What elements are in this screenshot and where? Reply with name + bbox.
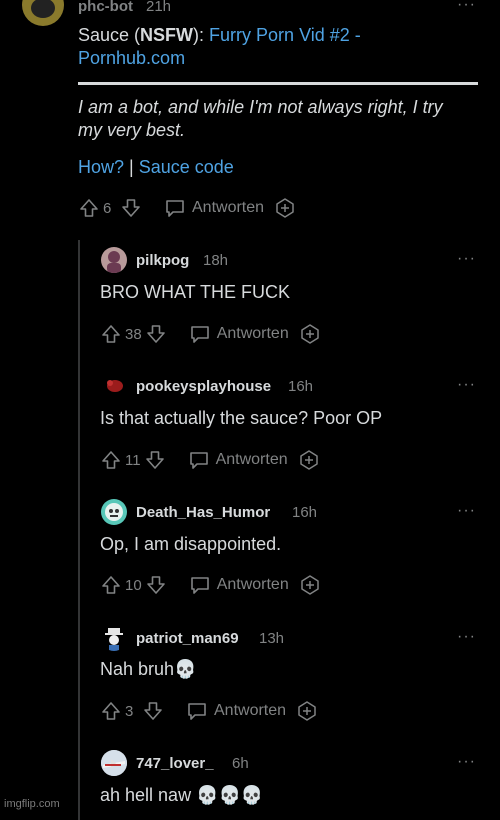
more-dots-icon[interactable]: ··· [457, 0, 477, 13]
bot-links: How? | Sauce code [78, 157, 234, 177]
comment-timestamp: 21h [146, 0, 172, 15]
vote-score: 6 [103, 199, 112, 217]
reply-button[interactable]: Antworten [189, 575, 289, 595]
nsfw-label: NSFW [140, 25, 194, 45]
comment-actions: 11 Antworten [100, 449, 320, 471]
speech-bubble-icon [190, 326, 209, 343]
arrow-down-icon[interactable] [144, 449, 166, 471]
arrow-up-icon[interactable] [100, 700, 122, 722]
speech-bubble-icon [166, 200, 184, 217]
thread-line[interactable] [78, 240, 80, 820]
arrow-down-icon[interactable] [142, 700, 164, 722]
comment-timestamp: 6h [232, 755, 249, 772]
sauce-text: Sauce (NSFW): Furry Porn Vid #2 - [78, 25, 361, 45]
comment-author[interactable]: 747_lover_ [136, 755, 214, 772]
comment-body: BRO WHAT THE FUCK [100, 282, 291, 302]
award-icon[interactable] [296, 700, 318, 722]
comment-author[interactable]: patriot_man69 [136, 630, 239, 647]
award-icon[interactable] [299, 323, 321, 345]
more-dots-icon[interactable]: ··· [457, 377, 477, 393]
award-icon[interactable] [274, 197, 296, 219]
vote-score: 11 [125, 451, 141, 469]
speech-bubble-icon [190, 577, 209, 594]
more-dots-icon[interactable]: ··· [457, 503, 477, 519]
comment-timestamp: 16h [292, 504, 318, 521]
reply-button[interactable]: Antworten [186, 701, 286, 721]
comment-actions: 38 Antworten [100, 323, 321, 345]
avatar[interactable] [101, 625, 127, 651]
bot-disclaimer-line1: I am a bot, and while I'm not always rig… [78, 97, 443, 117]
comment-author[interactable]: pilkpog [136, 252, 189, 269]
reply-label: Antworten [214, 702, 287, 719]
reply-label: Antworten [216, 325, 289, 342]
more-dots-icon[interactable]: ··· [457, 754, 477, 770]
more-dots-icon[interactable]: ··· [457, 629, 477, 645]
comment-author[interactable]: Death_Has_Humor [136, 504, 270, 521]
award-icon[interactable] [298, 449, 320, 471]
comment-body: Op, I am disappointed. [100, 534, 282, 554]
speech-bubble-icon [188, 703, 206, 720]
sauce-link[interactable]: Furry Porn Vid #2 - [209, 25, 361, 45]
sauce-code-link[interactable]: Sauce code [139, 157, 234, 177]
avatar[interactable] [101, 750, 127, 776]
comment-actions: 10 Antworten [100, 574, 321, 596]
arrow-down-icon[interactable] [120, 197, 142, 219]
comment-actions: 3 Antworten [100, 700, 318, 722]
watermark: imgflip.com [4, 798, 60, 810]
reply-button[interactable]: Antworten [189, 324, 289, 344]
vote-score: 3 [125, 702, 134, 720]
comment-body: ah hell naw 💀💀💀 [100, 785, 264, 805]
comment-timestamp: 13h [259, 630, 285, 647]
more-dots-icon[interactable]: ··· [457, 251, 477, 267]
sauce-link-continued[interactable]: Pornhub.com [78, 47, 185, 70]
comment-actions: 6 Antworten [78, 197, 296, 219]
comment-author[interactable]: pookeysplayhouse [136, 378, 271, 395]
award-icon[interactable] [299, 574, 321, 596]
arrow-up-icon[interactable] [78, 197, 100, 219]
speech-bubble-icon [189, 452, 208, 469]
how-link[interactable]: How? [78, 157, 124, 177]
vote-score: 38 [125, 325, 142, 343]
arrow-up-icon[interactable] [100, 323, 122, 345]
horizontal-rule [78, 82, 478, 85]
avatar[interactable] [101, 373, 127, 399]
reply-label: Antworten [192, 199, 265, 216]
arrow-down-icon[interactable] [145, 323, 167, 345]
comment-timestamp: 16h [288, 378, 314, 395]
comment-author[interactable]: phc-bot [78, 0, 133, 15]
reply-button[interactable]: Antworten [164, 198, 264, 218]
vote-score: 10 [125, 576, 142, 594]
avatar[interactable] [101, 247, 127, 273]
arrow-up-icon[interactable] [100, 574, 122, 596]
arrow-up-icon[interactable] [100, 449, 122, 471]
reply-label: Antworten [216, 576, 289, 593]
bot-disclaimer-line2: my very best. [78, 120, 186, 140]
avatar[interactable] [101, 499, 127, 525]
reply-label: Antworten [215, 451, 288, 468]
comment-body: Nah bruh💀 [100, 659, 197, 679]
reply-button[interactable]: Antworten [188, 450, 288, 470]
comment-timestamp: 18h [203, 252, 229, 269]
arrow-down-icon[interactable] [145, 574, 167, 596]
bot-avatar[interactable] [22, 0, 64, 26]
comment-body: Is that actually the sauce? Poor OP [100, 408, 383, 428]
